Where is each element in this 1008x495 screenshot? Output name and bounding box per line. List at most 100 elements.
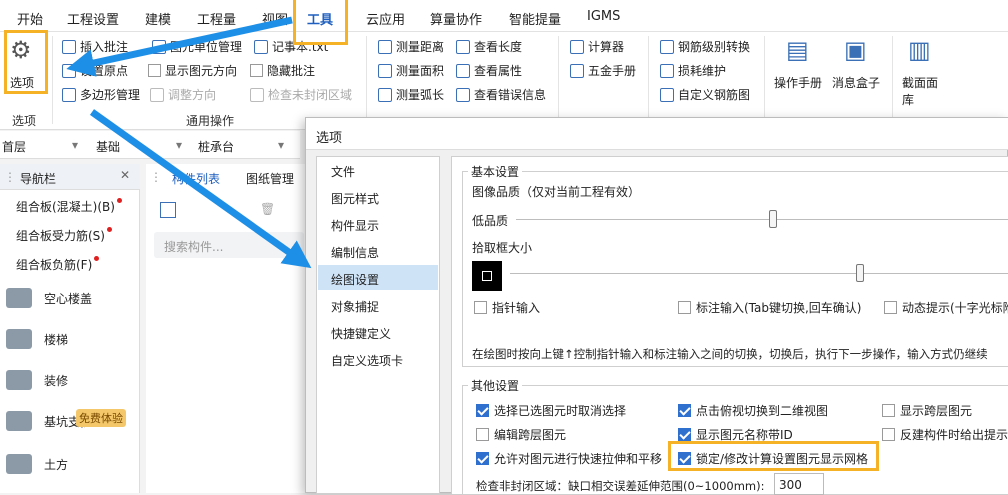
chevron-down-icon[interactable]: ▾ (176, 138, 182, 152)
measure-distance-button[interactable]: 测量距离 (378, 38, 444, 55)
menu-collab[interactable]: 算量协作 (430, 9, 482, 28)
gap-range-input[interactable]: 300 (774, 473, 824, 495)
menu-view[interactable]: 视图 (262, 9, 288, 28)
pick-size-slider[interactable] (510, 273, 1008, 274)
nav-item-slab-rebar[interactable]: 组合板受力筋(S) (16, 227, 112, 244)
drag-handle-icon[interactable]: ⋮ (4, 170, 16, 184)
check-unclosed-button[interactable]: 检查未封闭区域 (250, 86, 352, 103)
message-box-button[interactable]: ▣ 消息盒子 (830, 32, 886, 94)
options-item-drawing[interactable]: 绘图设置 (331, 271, 379, 288)
calculator-label: 计算器 (588, 40, 625, 54)
tab-component-list[interactable]: 构件列表 (172, 170, 220, 187)
options-item-display[interactable]: 构件显示 (331, 217, 379, 234)
options-item-style[interactable]: 图元样式 (331, 190, 379, 207)
option-label: 反建构件时给出提示 (900, 428, 1008, 442)
chevron-down-icon[interactable]: ▾ (72, 138, 78, 152)
unit-icon (152, 39, 166, 54)
rebar-convert-label: 钢筋级别转换 (678, 40, 751, 54)
calculator-button[interactable]: 计算器 (570, 38, 624, 55)
drag-handle-icon[interactable]: ⋮ (150, 170, 162, 184)
close-icon[interactable]: ✕ (120, 168, 130, 182)
options-dialog: 选项 文件 图元样式 构件显示 编制信息 绘图设置 对象捕捉 快捷键定义 自定义… (305, 117, 1008, 495)
adjust-icon (150, 87, 164, 102)
adjust-direction-label: 调整方向 (168, 88, 217, 102)
adjust-direction-button[interactable]: 调整方向 (150, 86, 216, 103)
arc-icon (378, 87, 392, 102)
quality-slider[interactable] (516, 219, 1008, 220)
insert-annotation-button[interactable]: 插入批注 (62, 38, 128, 55)
view-length-button[interactable]: 查看长度 (456, 38, 522, 55)
options-group-label: 选项 (12, 114, 37, 128)
menu-quantity[interactable]: 工程量 (197, 9, 236, 28)
pointer-input-checkbox[interactable]: 指针输入 (474, 299, 540, 316)
menu-smart-extract[interactable]: 智能提量 (509, 9, 561, 28)
measure-distance-label: 测量距离 (396, 40, 445, 54)
manual-label: 操作手册 (774, 76, 823, 90)
loss-maintain-button[interactable]: 损耗维护 (660, 62, 726, 79)
nav-item-slab-concrete[interactable]: 组合板(混凝土)(B) (16, 198, 122, 215)
menu-modeling[interactable]: 建模 (145, 9, 171, 28)
floor-select[interactable]: 首层 (2, 138, 26, 155)
options-item-file[interactable]: 文件 (331, 163, 355, 180)
reverse-build-hint-checkbox[interactable]: 反建构件时给出提示 (882, 426, 1008, 443)
polygon-manage-button[interactable]: 多边形管理 (62, 86, 140, 103)
options-item-custom-tab[interactable]: 自定义选项卡 (331, 352, 403, 369)
set-origin-button[interactable]: 设置原点 (62, 62, 128, 79)
category-select[interactable]: 基础 (96, 138, 120, 155)
nav-cat-hollow-floor[interactable]: 空心楼盖 (0, 278, 138, 318)
custom-rebar-button[interactable]: 自定义钢筋图 (660, 86, 750, 103)
hardware-manual-button[interactable]: 五金手册 (570, 62, 636, 79)
nav-cat-pit-support[interactable]: 基坑支护 免费体验 (0, 401, 138, 441)
nav-cat-stairs[interactable]: 楼梯 (0, 319, 138, 359)
rebar-convert-button[interactable]: 钢筋级别转换 (660, 38, 750, 55)
nav-cat-earthwork[interactable]: 土方 (0, 444, 138, 484)
promo-badge[interactable]: 免费体验 (76, 409, 126, 427)
menu-project-settings[interactable]: 工程设置 (67, 9, 119, 28)
gap-range-label: 检查非封闭区域：缺口相交误差延伸范围(0~1000mm): (476, 479, 765, 493)
loss-maintain-label: 损耗维护 (678, 64, 727, 78)
view-errors-button[interactable]: 查看错误信息 (456, 86, 546, 103)
edit-cross-floor-checkbox[interactable]: 编辑跨层图元 (476, 426, 566, 443)
show-direction-checkbox[interactable]: 显示图元方向 (148, 62, 237, 79)
nav-item-label: 组合板负筋(F) (16, 258, 93, 272)
pick-size-slider-thumb[interactable] (856, 264, 864, 282)
top-view-2d-checkbox[interactable]: 点击俯视切换到二维视图 (678, 402, 828, 419)
nav-header: ⋮ 导航栏 ✕ (0, 164, 140, 190)
tag-input-checkbox[interactable]: 标注输入(Tab键切换,回车确认) (678, 299, 862, 316)
props-icon (456, 63, 470, 78)
type-select[interactable]: 桩承台 (198, 138, 234, 155)
length-icon (456, 39, 470, 54)
menu-bar: 开始 工程设置 建模 工程量 视图 工具 云应用 算量协作 智能提量 IGMS (0, 0, 1008, 32)
quality-slider-thumb[interactable] (768, 210, 777, 228)
show-cross-floor-checkbox[interactable]: 显示跨层图元 (882, 402, 972, 419)
quick-stretch-checkbox[interactable]: 允许对图元进行快速拉伸和平移 (476, 450, 662, 467)
nav-item-slab-neg-rebar[interactable]: 组合板负筋(F) (16, 256, 100, 273)
grid-icon (660, 63, 674, 78)
hide-annotation-checkbox[interactable]: 隐藏批注 (250, 62, 315, 79)
view-props-button[interactable]: 查看属性 (456, 62, 522, 79)
new-component-icon[interactable] (160, 202, 176, 218)
dynamic-hint-checkbox[interactable]: 动态提示(十字光标附 (884, 299, 1008, 316)
options-item-shortcut[interactable]: 快捷键定义 (331, 325, 391, 342)
pick-box-label: 拾取框大小 (472, 241, 533, 255)
hardware-manual-label: 五金手册 (588, 64, 637, 78)
measure-arc-button[interactable]: 测量弧长 (378, 86, 444, 103)
component-search-input[interactable]: 搜索构件... (154, 232, 304, 258)
section-lib-button[interactable]: ▥ 截面面库 (898, 32, 948, 107)
checkbox-icon (884, 301, 897, 314)
unit-manage-button[interactable]: 图元单位管理 (152, 38, 242, 55)
insert-annotation-label: 插入批注 (80, 40, 129, 54)
menu-start[interactable]: 开始 (17, 9, 43, 28)
measure-area-button[interactable]: 测量面积 (378, 62, 444, 79)
manual-button[interactable]: ▤ 操作手册 (772, 32, 828, 94)
menu-igms[interactable]: IGMS (587, 9, 620, 24)
delete-icon[interactable]: 🗑 (260, 202, 275, 216)
menu-cloud[interactable]: 云应用 (366, 9, 405, 28)
options-item-snap[interactable]: 对象捕捉 (331, 298, 379, 315)
tab-drawing-manage[interactable]: 图纸管理 (246, 170, 294, 187)
options-item-info[interactable]: 编制信息 (331, 244, 379, 261)
nav-cat-decoration[interactable]: 装修 (0, 360, 138, 400)
deselect-on-click-checkbox[interactable]: 选择已选图元时取消选择 (476, 402, 626, 419)
chevron-down-icon[interactable]: ▾ (278, 138, 284, 152)
option-label: 允许对图元进行快速拉伸和平移 (494, 452, 663, 466)
